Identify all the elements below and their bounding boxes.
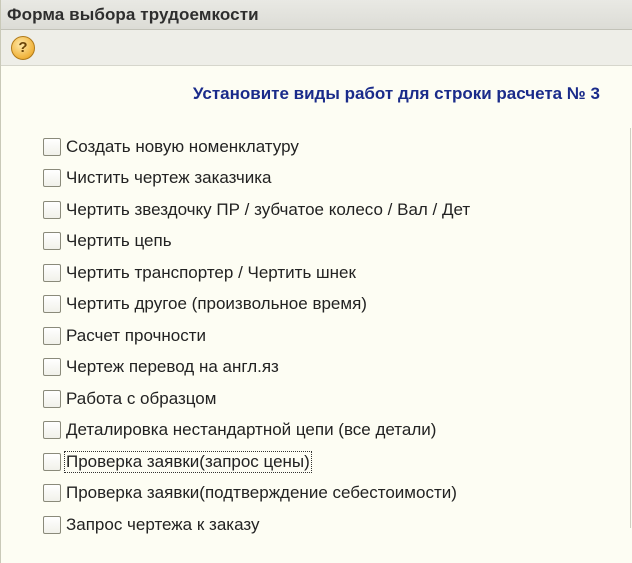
checkbox[interactable] — [43, 326, 61, 345]
option-draw-other[interactable]: Чертить другое (произвольное время) — [43, 289, 632, 321]
option-sample-work[interactable]: Работа с образцом — [43, 383, 632, 415]
work-types-list: Создать новую номенклатуру Чистить черте… — [1, 131, 632, 541]
option-check-request-cost[interactable]: Проверка заявки(подтверждение себестоимо… — [43, 478, 632, 510]
checkbox[interactable] — [43, 358, 61, 377]
option-label: Чертеж перевод на англ.яз — [66, 357, 279, 377]
option-chain-detailing[interactable]: Деталировка нестандартной цепи (все дета… — [43, 415, 632, 447]
toolbar: ? — [1, 30, 632, 66]
checkbox[interactable] — [43, 169, 61, 188]
help-question-icon[interactable]: ? — [11, 35, 35, 60]
checkbox[interactable] — [43, 232, 61, 251]
option-label: Запрос чертежа к заказу — [66, 514, 260, 534]
option-label: Создать новую номенклатуру — [66, 136, 299, 156]
option-label: Чертить цепь — [66, 231, 172, 251]
option-label: Чертить звездочку ПР / зубчатое колесо /… — [66, 199, 471, 219]
checkbox[interactable] — [43, 421, 61, 440]
checkbox[interactable] — [43, 200, 61, 219]
checkbox[interactable] — [43, 137, 61, 156]
checkbox[interactable] — [43, 452, 61, 471]
option-strength-calc[interactable]: Расчет прочности — [43, 320, 632, 352]
form-content: Установите виды работ для строки расчета… — [1, 66, 632, 541]
form-window: Форма выбора трудоемкости ? Установите в… — [0, 0, 632, 563]
right-border-line — [630, 128, 631, 528]
option-label: Деталировка нестандартной цепи (все дета… — [66, 420, 437, 440]
window-title: Форма выбора трудоемкости — [7, 4, 259, 24]
option-check-request-price[interactable]: Проверка заявки(запрос цены) — [43, 446, 632, 478]
option-draw-conveyor[interactable]: Чертить транспортер / Чертить шнек — [43, 257, 632, 289]
option-label: Чистить чертеж заказчика — [66, 168, 272, 188]
option-draw-chain[interactable]: Чертить цепь — [43, 226, 632, 258]
instruction-heading: Установите виды работ для строки расчета… — [192, 84, 600, 103]
title-bar: Форма выбора трудоемкости — [1, 0, 632, 30]
option-label: Проверка заявки(подтверждение себестоимо… — [66, 483, 457, 503]
help-glyph: ? — [18, 39, 28, 56]
option-label: Работа с образцом — [66, 388, 217, 408]
checkbox[interactable] — [43, 484, 61, 503]
option-draw-sprocket[interactable]: Чертить звездочку ПР / зубчатое колесо /… — [43, 194, 632, 226]
option-create-nomenclature[interactable]: Создать новую номенклатуру — [43, 131, 632, 163]
option-label: Расчет прочности — [66, 325, 207, 345]
option-drawing-translation[interactable]: Чертеж перевод на англ.яз — [43, 352, 632, 384]
checkbox[interactable] — [43, 263, 61, 282]
option-label: Чертить транспортер / Чертить шнек — [66, 262, 356, 282]
option-label: Проверка заявки(запрос цены) — [64, 450, 312, 473]
option-clean-customer-drawing[interactable]: Чистить чертеж заказчика — [43, 163, 632, 195]
checkbox[interactable] — [43, 295, 61, 314]
option-request-drawing[interactable]: Запрос чертежа к заказу — [43, 509, 632, 541]
checkbox[interactable] — [43, 389, 61, 408]
option-label: Чертить другое (произвольное время) — [66, 294, 367, 314]
checkbox[interactable] — [43, 515, 61, 534]
